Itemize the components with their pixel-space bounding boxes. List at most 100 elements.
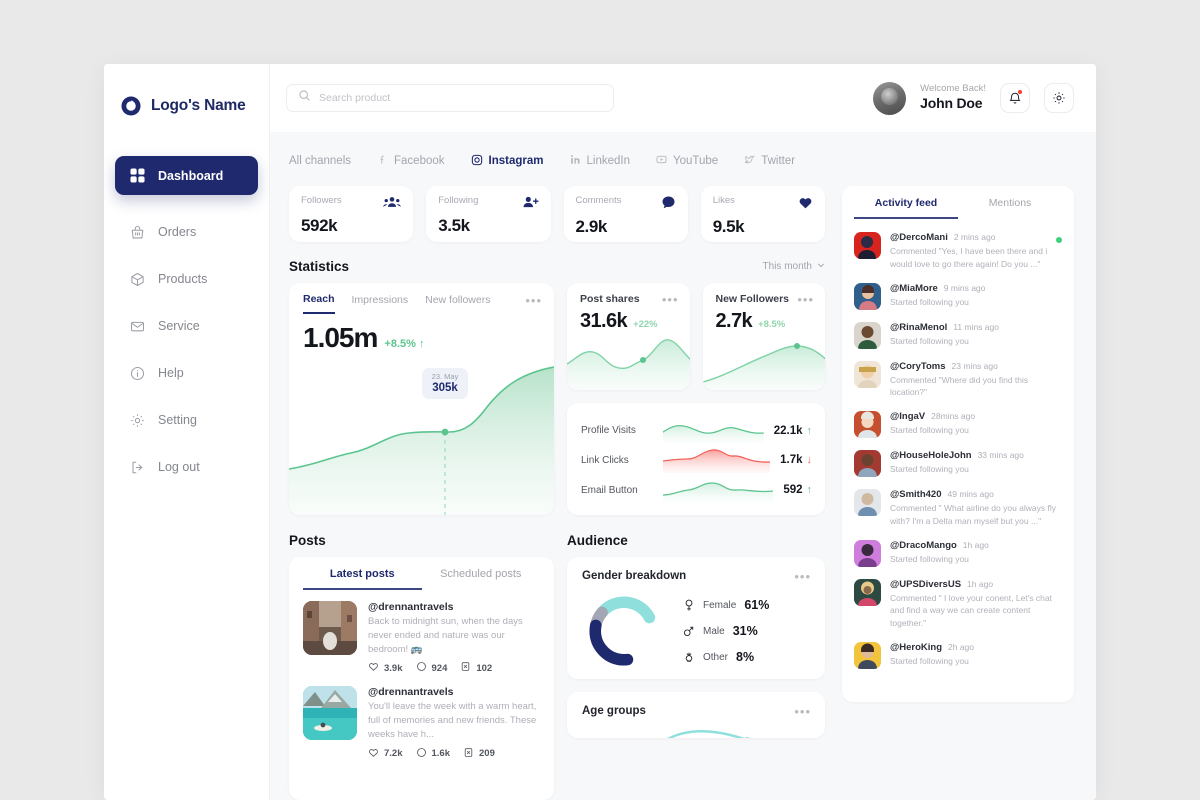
age-groups-card: Age groups ••• [567,692,825,738]
gender-more-icon[interactable]: ••• [794,570,811,583]
feed-time: 1h ago [967,578,994,589]
tab-activity-feed[interactable]: Activity feed [854,197,958,219]
list-item[interactable]: @Smith420 49 mins ago Commented " What a… [854,482,1064,533]
sidebar-item-setting[interactable]: Setting [115,401,258,439]
feed-body: @UPSDiversUS 1h ago Commented " I love y… [890,579,1064,630]
list-item[interactable]: @DracoMango 1h ago Started following you [854,533,1064,572]
post-body: @drennantravels Back to midnight sun, wh… [368,601,541,675]
new-followers-summary: 2.7k +8.5% [703,306,826,333]
sidebar-item-products[interactable]: Products [115,260,258,298]
list-item[interactable]: @HeroKing 2h ago Started following you [854,635,1064,674]
avatar [854,539,881,567]
avatar[interactable] [873,81,907,115]
feed-body: @MiaMore 9 mins ago Started following yo… [890,283,1064,310]
logo[interactable]: Logo's Name [104,86,269,126]
channel-tab-all[interactable]: All channels [289,155,351,167]
tab-new-followers[interactable]: New followers [425,294,490,313]
list-item[interactable]: @HouseHoleJohn 33 mins ago Started follo… [854,443,1064,482]
avatar [854,282,881,310]
search-input[interactable] [319,92,602,104]
tab-mentions[interactable]: Mentions [958,197,1062,219]
feed-time: 33 mins ago [977,450,1024,460]
post-thumbnail [303,601,357,655]
channel-tab-twitter[interactable]: Twitter [744,154,795,168]
list-item[interactable]: @drennantravels Back to midnight sun, wh… [289,590,554,675]
channel-tab-instagram[interactable]: Instagram [471,154,544,169]
avatar [854,360,881,388]
search-box[interactable] [286,84,614,112]
channel-tab-facebook[interactable]: Facebook [377,154,445,168]
new-followers-value: 2.7k [715,310,753,332]
tab-reach[interactable]: Reach [303,293,335,314]
welcome-block: Welcome Back! John Doe [920,83,986,112]
channel-tab-linkedin[interactable]: LinkedIn [570,154,630,168]
channel-tab-youtube[interactable]: YouTube [656,154,718,168]
avatar [854,321,881,349]
feed-username: @Smith420 [890,489,942,500]
metric-value: 1.7k [780,454,803,467]
sidebar-item-orders[interactable]: Orders [115,213,258,251]
new-followers-more-icon[interactable]: ••• [797,293,814,306]
posts-header: Posts [289,533,554,548]
feed-username: @DercoMani [890,232,948,243]
avatar [854,450,881,477]
kpi-label: Following [438,195,479,206]
kpi-value: 592k [301,216,338,235]
kpi-value: 9.5k [712,217,745,236]
kpi-top: Following [438,195,539,214]
metric-value: 22.1k [773,424,803,437]
tab-impressions[interactable]: Impressions [352,294,409,313]
list-item[interactable]: @RinaMenol 11 mins ago Started following… [854,315,1064,354]
feed-top: @DracoMango 1h ago [890,540,1064,551]
sidebar-item-service[interactable]: Service [115,307,258,345]
metric-value-wrap: 1.7k ↓ [780,454,812,466]
sidebar-item-dashboard[interactable]: Dashboard [115,156,258,195]
kpi-card-following[interactable]: Following 3.5k [426,186,551,242]
notifications-button[interactable] [1000,83,1030,113]
list-item[interactable]: @drennantravels You'll leave the week wi… [289,675,554,760]
activity-feed-card: Activity feed Mentions @DercoMani 2 mins… [842,186,1074,702]
feed-list: @DercoMani 2 mins ago Commented "Yes, I … [842,219,1074,674]
kpi-card-followers[interactable]: Followers 592k [289,186,414,242]
feed-username: @MiaMore [890,282,938,294]
tab-latest-posts[interactable]: Latest posts [303,568,422,590]
feed-username: @IngaV [890,411,926,422]
list-item[interactable]: @DercoMani 2 mins ago Commented "Yes, I … [854,225,1064,276]
feed-body: @HouseHoleJohn 33 mins ago Started follo… [890,450,1064,477]
settings-button[interactable] [1044,83,1074,113]
sidebar-item-help[interactable]: Help [115,354,258,392]
topbar: Welcome Back! John Doe [270,64,1096,132]
chevron-down-icon [817,261,825,272]
age-groups-more-icon[interactable]: ••• [794,705,811,718]
metric-row: Link Clicks 1.7k ↓ [581,446,812,474]
arrow-up-icon: ↑ [806,484,813,497]
reach-more-icon[interactable]: ••• [525,294,542,314]
kpi-card-likes[interactable]: Likes 9.5k [700,186,825,242]
list-item[interactable]: @CoryToms 23 mins ago Commented "Where d… [854,354,1064,405]
sidebar-item-logout[interactable]: Log out [115,448,258,486]
kpi-card-comments[interactable]: Comments 2.9k [563,186,688,242]
period-selector[interactable]: This month [763,261,825,272]
metric-value-wrap: 22.1k ↑ [774,425,812,437]
feed-time: 2h ago [948,641,975,652]
tab-scheduled-posts[interactable]: Scheduled posts [422,568,541,590]
female-icon [682,599,695,612]
feed-body: @HeroKing 2h ago Started following you [890,642,1064,669]
arrow-up-icon: ↑ [806,424,813,437]
new-followers-sparkline [702,343,825,390]
list-item[interactable]: @IngaV 28mins ago Started following you [854,404,1064,443]
grid-icon [129,168,145,184]
list-item[interactable]: @MiaMore 9 mins ago Started following yo… [854,276,1064,315]
feed-text: Started following you [890,335,969,346]
gender-donut-chart [589,596,659,666]
statistics-row: Reach Impressions New followers ••• 1.05… [289,283,825,515]
group-icon [383,195,401,214]
feed-body: @IngaV 28mins ago Started following you [890,411,1064,438]
post-shares-more-icon[interactable]: ••• [662,293,679,306]
metric-value: 592 [783,484,803,497]
channel-label: LinkedIn [586,155,630,167]
list-item[interactable]: @UPSDiversUS 1h ago Commented " I love y… [854,572,1064,635]
period-label: This month [762,261,812,272]
metric-value-wrap: 592 ↑ [783,484,812,496]
logo-text: Logo's Name [151,97,246,114]
